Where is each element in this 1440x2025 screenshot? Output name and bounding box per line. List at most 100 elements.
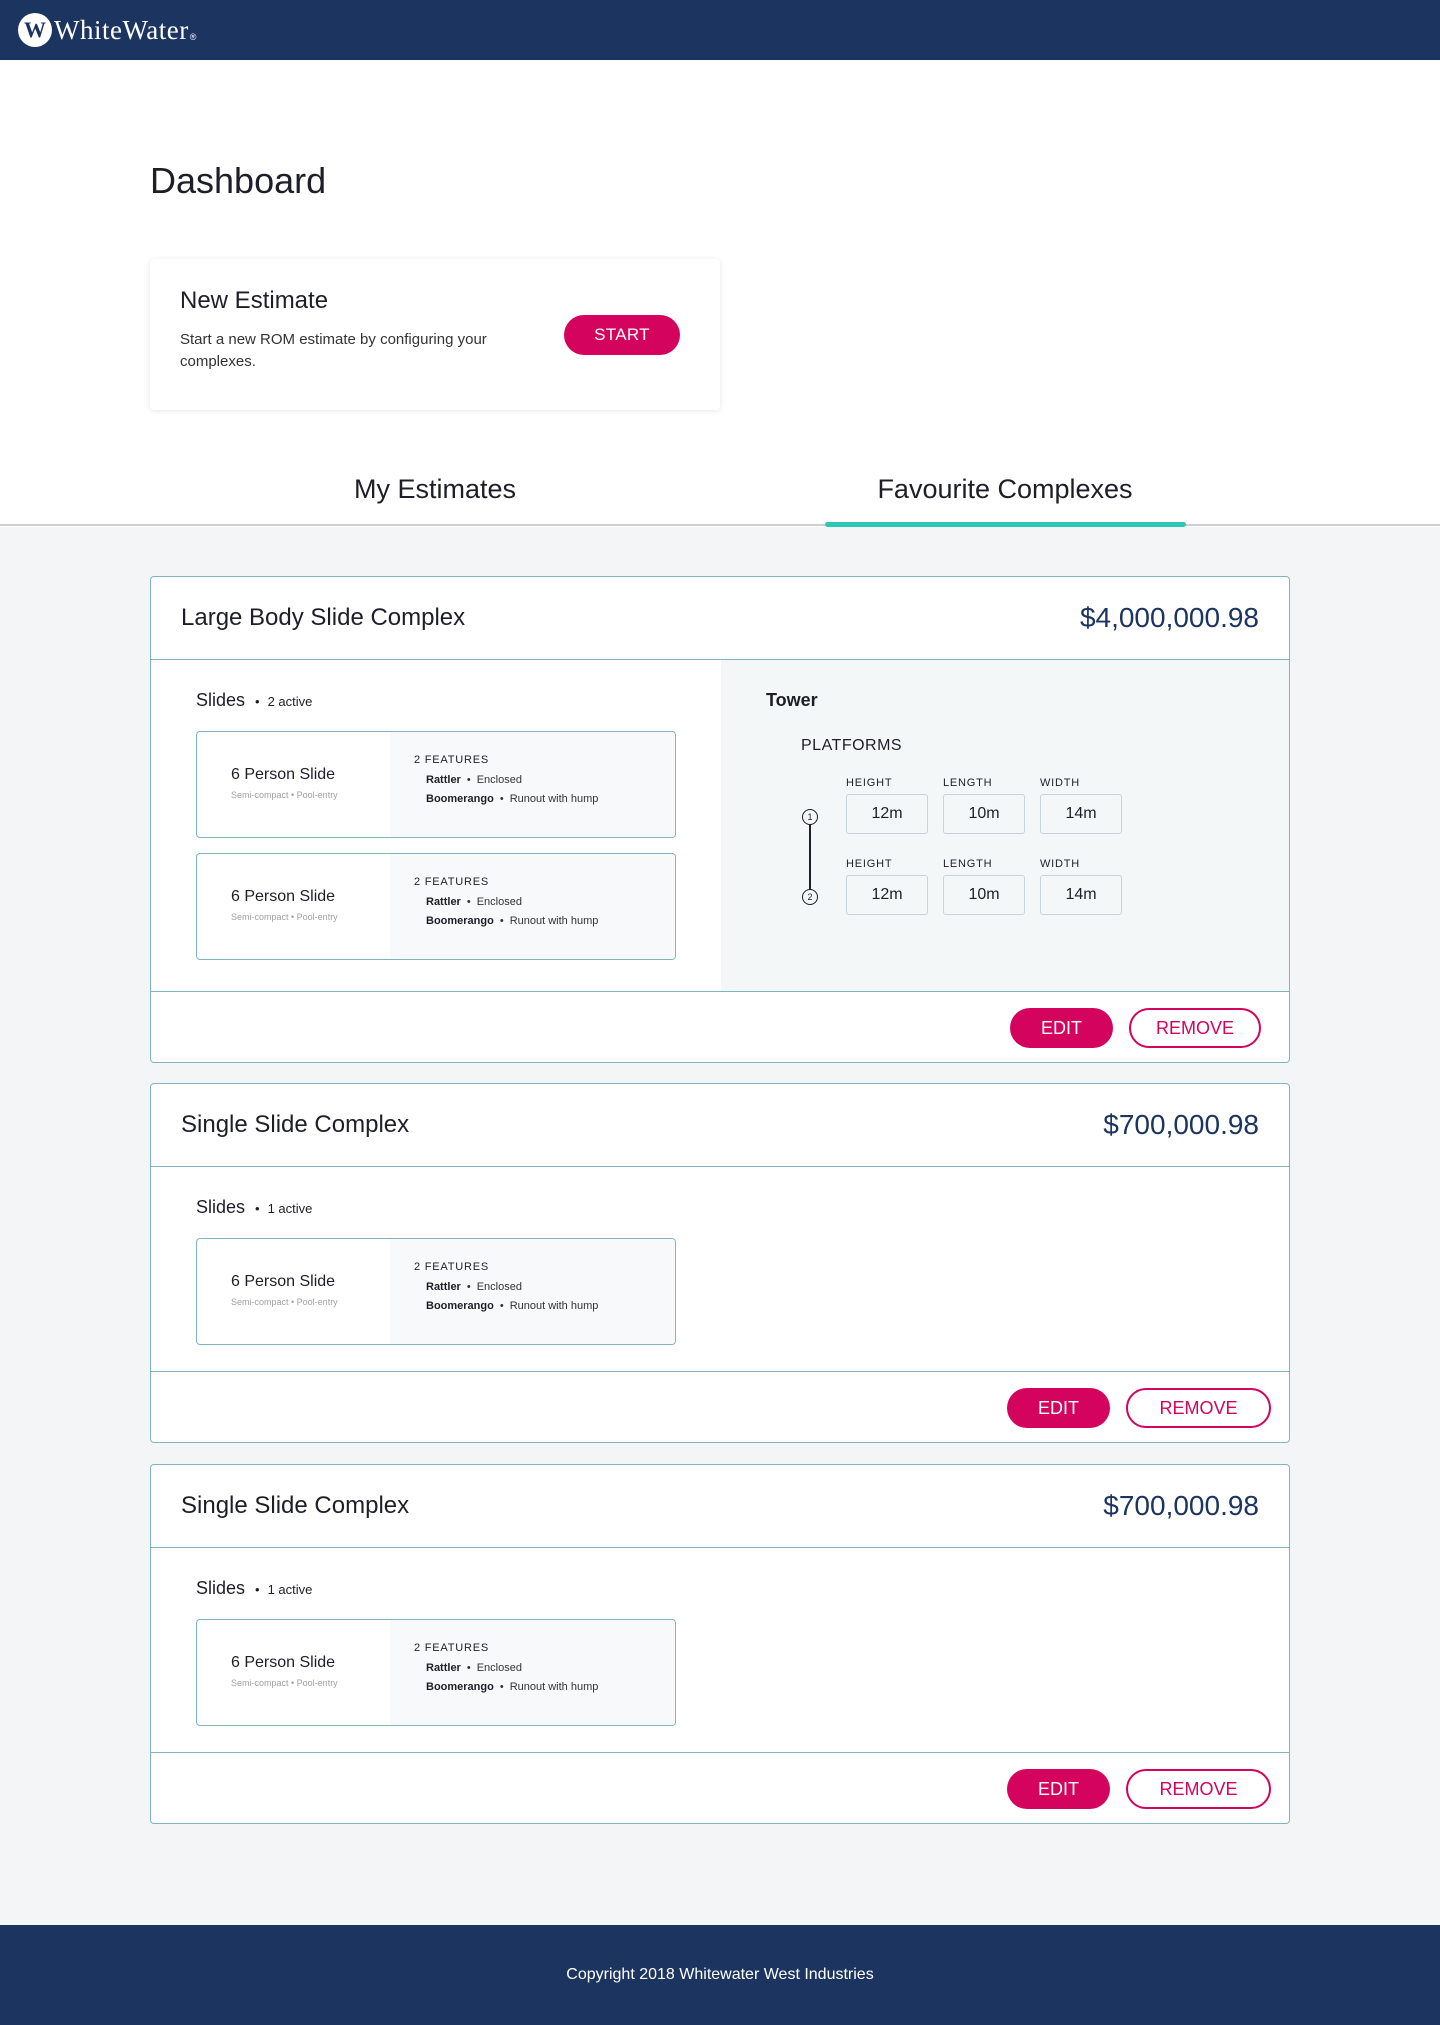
- new-estimate-title: New Estimate: [180, 287, 329, 314]
- platform-connector: [809, 818, 811, 898]
- feature-name: Boomerango: [426, 793, 494, 805]
- complex-body: Slides • 1 active 6 Person Slide Semi-co…: [151, 1167, 1289, 1372]
- length-label: LENGTH: [943, 858, 993, 870]
- feature-desc: Runout with hump: [509, 915, 599, 927]
- feature-name: Boomerango: [426, 1300, 494, 1312]
- remove-button[interactable]: REMOVE: [1126, 1769, 1271, 1809]
- complex-actions: EDIT REMOVE: [151, 1372, 1289, 1442]
- features-title: 2 FEATURES: [414, 1642, 490, 1654]
- wave-logo-icon: W: [18, 13, 52, 47]
- edit-button[interactable]: EDIT: [1010, 1008, 1113, 1048]
- features-title: 2 FEATURES: [414, 754, 490, 766]
- width-field[interactable]: 14m: [1040, 794, 1122, 834]
- complex-header: Single Slide Complex $700,000.98: [151, 1084, 1289, 1167]
- separator-dot: •: [499, 1300, 504, 1312]
- slides-label: Slides: [196, 690, 246, 710]
- edit-button[interactable]: EDIT: [1007, 1769, 1110, 1809]
- platform-number-1: 1: [802, 809, 818, 825]
- features-title: 2 FEATURES: [414, 1261, 490, 1273]
- slide-subtitle: Semi-compact • Pool-entry: [231, 912, 338, 922]
- complex-price: $4,000,000.98: [1079, 602, 1259, 633]
- separator-dot: •: [255, 1201, 260, 1216]
- feature-name: Rattler: [426, 896, 461, 908]
- edit-button[interactable]: EDIT: [1007, 1388, 1110, 1428]
- feature-row: Boomerango • Runout with hump: [426, 793, 675, 805]
- length-field[interactable]: 10m: [943, 794, 1025, 834]
- complex-body: Slides • 2 active 6 Person Slide Semi-co…: [151, 660, 1289, 992]
- whitewater-logo[interactable]: W WhiteWater ®: [18, 13, 196, 47]
- slides-section: Slides • 2 active 6 Person Slide Semi-co…: [151, 660, 721, 991]
- feature-desc: Runout with hump: [509, 1681, 599, 1693]
- feature-name: Boomerango: [426, 915, 494, 927]
- height-field[interactable]: 12m: [846, 875, 928, 915]
- complex-header: Single Slide Complex $700,000.98: [151, 1465, 1289, 1548]
- height-label: HEIGHT: [846, 777, 893, 789]
- start-button[interactable]: START: [564, 315, 680, 355]
- slide-features: 2 FEATURES Rattler • Enclosed Boomerango • R…: [390, 732, 675, 837]
- slides-label: Slides: [196, 1197, 246, 1217]
- complex-price: $700,000.98: [1103, 1109, 1259, 1140]
- tab-bar: My Estimates Favourite Complexes: [0, 460, 1440, 527]
- feature-desc: Enclosed: [476, 1662, 522, 1674]
- complex-card: Single Slide Complex $700,000.98 Slides …: [150, 1083, 1290, 1443]
- separator-dot: •: [499, 793, 504, 805]
- slide-name: 6 Person Slide: [231, 1273, 336, 1290]
- page-title: Dashboard: [150, 160, 327, 201]
- slides-section: Slides • 1 active 6 Person Slide Semi-co…: [151, 1167, 721, 1371]
- tab-my-estimates[interactable]: My Estimates: [150, 474, 720, 505]
- tower-section: Tower PLATFORMS 1 2 HEIGHT 12m LENGTH 10…: [721, 660, 1289, 991]
- slide-features: 2 FEATURES Rattler • Enclosed Boomerango • R…: [390, 1239, 675, 1344]
- active-count: 1 active: [267, 1201, 313, 1216]
- separator-dot: •: [255, 1582, 260, 1597]
- slide-name: 6 Person Slide: [231, 888, 336, 905]
- height-label: HEIGHT: [846, 858, 893, 870]
- slide-item[interactable]: 6 Person Slide Semi-compact • Pool-entry…: [196, 731, 676, 838]
- feature-desc: Enclosed: [476, 774, 522, 786]
- separator-dot: •: [466, 1662, 471, 1674]
- registered-mark: ®: [189, 32, 197, 42]
- slide-features: 2 FEATURES Rattler • Enclosed Boomerango • R…: [390, 854, 675, 959]
- complex-title: Single Slide Complex: [181, 1492, 410, 1519]
- separator-dot: •: [499, 1681, 504, 1693]
- copyright-text: Copyright 2018 Whitewater West Industrie…: [566, 1966, 874, 1983]
- feature-name: Rattler: [426, 774, 461, 786]
- slide-item[interactable]: 6 Person Slide Semi-compact • Pool-entry…: [196, 1619, 676, 1726]
- separator-dot: •: [466, 1281, 471, 1293]
- feature-desc: Runout with hump: [509, 1300, 599, 1312]
- complex-title: Large Body Slide Complex: [181, 604, 466, 631]
- slide-subtitle: Semi-compact • Pool-entry: [231, 1678, 338, 1688]
- slide-item[interactable]: 6 Person Slide Semi-compact • Pool-entry…: [196, 853, 676, 960]
- feature-desc: Enclosed: [476, 1281, 522, 1293]
- complex-body: Slides • 1 active 6 Person Slide Semi-co…: [151, 1548, 1289, 1753]
- remove-button[interactable]: REMOVE: [1129, 1008, 1261, 1048]
- tower-title: Tower: [766, 690, 818, 710]
- slides-section: Slides • 1 active 6 Person Slide Semi-co…: [151, 1548, 721, 1752]
- feature-row: Boomerango • Runout with hump: [426, 915, 675, 927]
- feature-row: Rattler • Enclosed: [426, 896, 675, 908]
- separator-dot: •: [255, 694, 260, 709]
- complex-header: Large Body Slide Complex $4,000,000.98: [151, 577, 1289, 660]
- slide-name: 6 Person Slide: [231, 1654, 336, 1671]
- feature-name: Boomerango: [426, 1681, 494, 1693]
- remove-button[interactable]: REMOVE: [1126, 1388, 1271, 1428]
- feature-row: Rattler • Enclosed: [426, 1662, 675, 1674]
- platform-number-2: 2: [802, 889, 818, 905]
- tab-favourite-complexes[interactable]: Favourite Complexes: [725, 474, 1285, 505]
- separator-dot: •: [466, 774, 471, 786]
- content-area: Large Body Slide Complex $4,000,000.98 S…: [0, 527, 1440, 1925]
- slide-item[interactable]: 6 Person Slide Semi-compact • Pool-entry…: [196, 1238, 676, 1345]
- new-estimate-description: Start a new ROM estimate by configuring …: [180, 331, 487, 370]
- length-field[interactable]: 10m: [943, 875, 1025, 915]
- length-label: LENGTH: [943, 777, 993, 789]
- feature-desc: Enclosed: [476, 896, 522, 908]
- complex-price: $700,000.98: [1103, 1490, 1259, 1521]
- width-label: WIDTH: [1040, 858, 1081, 870]
- slide-subtitle: Semi-compact • Pool-entry: [231, 790, 338, 800]
- height-field[interactable]: 12m: [846, 794, 928, 834]
- feature-name: Rattler: [426, 1281, 461, 1293]
- width-field[interactable]: 14m: [1040, 875, 1122, 915]
- complex-card: Large Body Slide Complex $4,000,000.98 S…: [150, 576, 1290, 1063]
- features-title: 2 FEATURES: [414, 876, 490, 888]
- complex-title: Single Slide Complex: [181, 1111, 410, 1138]
- separator-dot: •: [466, 896, 471, 908]
